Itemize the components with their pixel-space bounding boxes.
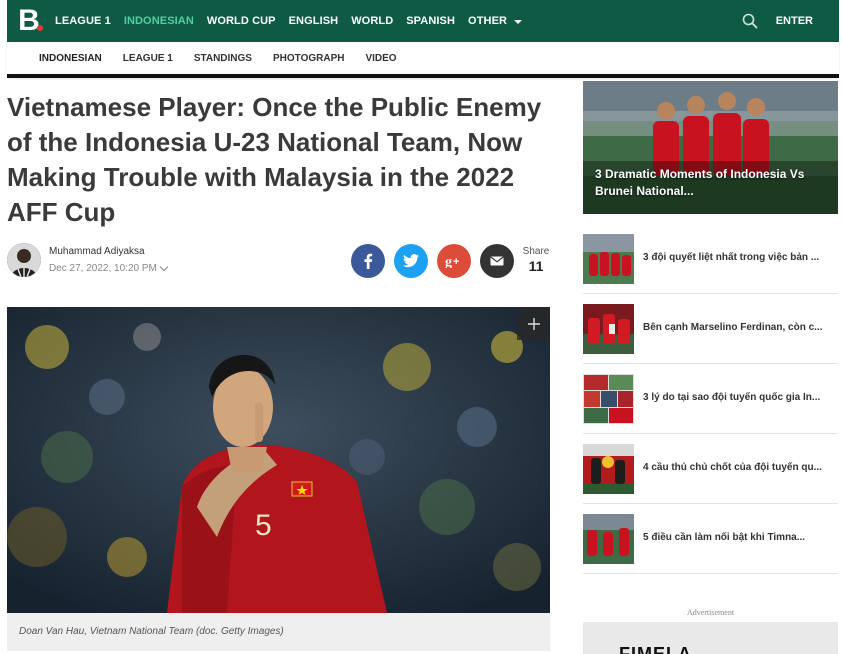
publish-date[interactable]: Dec 27, 2022, 10:20 PM: [49, 262, 169, 274]
twitter-share-button[interactable]: [394, 244, 428, 278]
logo-letter: B: [18, 4, 40, 37]
chevron-down-icon: [159, 262, 169, 272]
share-count-number: 11: [528, 258, 544, 274]
related-article-title: 4 cầu thủ chủ chốt của đội tuyển qu...: [643, 462, 822, 473]
hero-image[interactable]: 5: [7, 307, 550, 613]
share-count: Share 11: [520, 246, 552, 274]
logo-dot: [37, 25, 43, 31]
subnav-item-standings[interactable]: STANDINGS: [194, 53, 252, 64]
nav-item-spanish[interactable]: SPANISH: [406, 15, 455, 27]
nav-item-indonesian[interactable]: INDONESIAN: [124, 15, 194, 27]
related-article-item[interactable]: 5 điều cần làm nổi bật khi Timna...: [583, 514, 838, 574]
enter-login-link[interactable]: ENTER: [776, 15, 813, 27]
related-thumbnail: [583, 444, 634, 494]
hero-caption: Doan Van Hau, Vietnam National Team (doc…: [7, 613, 550, 651]
facebook-icon: [364, 253, 373, 269]
nav-item-world[interactable]: WORLD: [351, 15, 393, 27]
related-thumbnail: [583, 304, 634, 354]
plus-icon: [527, 317, 540, 330]
twitter-icon: [403, 254, 419, 268]
featured-article-title: 3 Dramatic Moments of Indonesia Vs Brune…: [595, 167, 805, 198]
subnav-item-indonesian[interactable]: INDONESIAN: [39, 53, 102, 64]
nav-item-league-1[interactable]: LEAGUE 1: [55, 15, 111, 27]
subnav-item-video[interactable]: VIDEO: [365, 53, 396, 64]
facebook-share-button[interactable]: [351, 244, 385, 278]
advertisement-text: FIMELA: [619, 644, 692, 654]
expand-plus-button[interactable]: [517, 307, 550, 340]
advertisement-label: Advertisement: [686, 608, 735, 617]
svg-text:+: +: [453, 256, 459, 268]
related-article-title: 5 điều cần làm nổi bật khi Timna...: [643, 532, 806, 543]
nav-item-other-dropdown[interactable]: OTHER: [468, 15, 523, 27]
related-article-item[interactable]: 3 đội quyết liệt nhất trong việc bản ...: [583, 234, 838, 294]
site-logo[interactable]: B: [13, 5, 45, 37]
google-plus-icon: g +: [445, 255, 459, 268]
article-title: Vietnamese Player: Once the Public Enemy…: [7, 92, 542, 227]
top-navigation-bar: B LEAGUE 1 INDONESIAN WORLD CUP ENGLISH …: [7, 0, 839, 42]
related-article-item[interactable]: 4 cầu thủ chủ chốt của đội tuyển qu...: [583, 444, 838, 504]
related-article-title: Bên cạnh Marselino Ferdinan, còn c...: [643, 322, 823, 333]
jersey-number: 5: [255, 509, 272, 542]
related-article-title: 3 đội quyết liệt nhất trong việc bản ...: [643, 252, 820, 263]
related-thumbnail: [583, 374, 634, 424]
nav-item-other-label: OTHER: [468, 15, 508, 27]
related-article-title: 3 lý do tại sao đội tuyển quốc gia In...: [643, 392, 821, 403]
related-thumbnail: [583, 514, 634, 564]
nav-item-world-cup[interactable]: WORLD CUP: [207, 15, 276, 27]
publish-date-text: Dec 27, 2022, 10:20 PM: [49, 263, 157, 274]
advertisement-banner[interactable]: FIMELA: [583, 622, 838, 654]
envelope-icon: [490, 256, 504, 266]
related-article-item[interactable]: Bên cạnh Marselino Ferdinan, còn c...: [583, 304, 838, 364]
author-name[interactable]: Muhammad Adiyaksa: [49, 246, 167, 257]
caret-down-icon: [514, 19, 523, 24]
author-avatar[interactable]: [7, 243, 41, 277]
share-buttons: g +: [351, 244, 514, 278]
subnav-item-photograph[interactable]: PHOTOGRAPH: [273, 53, 345, 64]
nav-item-english[interactable]: ENGLISH: [289, 15, 339, 27]
subnav-item-league-1[interactable]: LEAGUE 1: [123, 53, 173, 64]
sub-navigation-bar: INDONESIAN LEAGUE 1 STANDINGS PHOTOGRAPH…: [7, 42, 839, 78]
hero-photo: 5: [7, 307, 550, 613]
email-share-button[interactable]: [480, 244, 514, 278]
avatar-image: [7, 243, 41, 277]
author-block: Muhammad Adiyaksa Dec 27, 2022, 10:20 PM: [7, 243, 169, 277]
related-article-item[interactable]: 3 lý do tại sao đội tuyển quốc gia In...: [583, 374, 838, 434]
share-label: Share: [522, 246, 550, 257]
svg-text:g: g: [445, 255, 452, 268]
related-thumbnail: [583, 234, 634, 284]
google-plus-share-button[interactable]: g +: [437, 244, 471, 278]
sidebar-featured-article[interactable]: 3 Dramatic Moments of Indonesia Vs Brune…: [583, 81, 838, 214]
search-icon[interactable]: [742, 13, 758, 29]
